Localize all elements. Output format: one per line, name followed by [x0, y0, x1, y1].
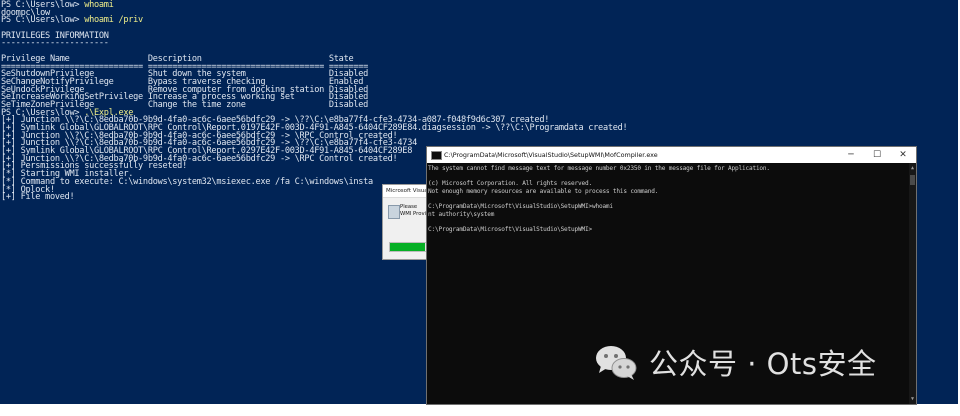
ps-line: PS C:\Users\low> whoami /priv [1, 15, 627, 26]
cmd-line [428, 218, 770, 226]
console-icon [431, 151, 442, 160]
ps-prompt: PS C:\Users\low> [1, 15, 85, 26]
cmd-line: The system cannot find message text for … [428, 165, 770, 172]
installer-message-line1: Please [400, 204, 418, 210]
scroll-up-arrow-icon[interactable]: ▲ [909, 165, 916, 171]
installer-icon [388, 205, 400, 219]
scroll-thumb[interactable] [910, 175, 915, 185]
ps-command: whoami [84, 0, 114, 10]
cmd-title: C:\ProgramData\Microsoft\VisualStudio\Se… [444, 151, 658, 159]
cmd-title-bar[interactable]: C:\ProgramData\Microsoft\VisualStudio\Se… [427, 147, 916, 163]
wechat-icon [596, 346, 637, 380]
watermark-text: 公众号 · Ots安全 [649, 347, 877, 381]
close-button[interactable]: ✕ [890, 147, 916, 163]
watermark: 公众号 · Ots安全 [593, 340, 876, 384]
cmd-line [428, 195, 770, 203]
cmd-line: Not enough memory resources are availabl… [428, 187, 659, 195]
cmd-output[interactable]: The system cannot find message text for … [428, 165, 770, 233]
cmd-line: (c) Microsoft Corporation. All rights re… [428, 180, 592, 188]
scroll-down-arrow-icon[interactable]: ▼ [909, 396, 916, 402]
ps-command: whoami /priv [84, 15, 143, 26]
cmd-scrollbar[interactable]: ▲ ▼ [909, 163, 916, 404]
ps-line: PS C:\Users\low> whoami [1, 0, 627, 10]
cmd-line: C:\ProgramData\Microsoft\VisualStudio\Se… [428, 225, 592, 233]
cmd-line: nt authority\system [428, 210, 495, 218]
ps-line: ---------------------- [1, 38, 109, 49]
installer-message-line2: WMI Provi [400, 211, 427, 217]
cmd-line: C:\ProgramData\Microsoft\VisualStudio\Se… [428, 202, 613, 210]
cmd-line [428, 173, 770, 181]
maximize-button[interactable]: ☐ [864, 147, 890, 163]
minimize-button[interactable]: ─ [838, 147, 864, 163]
installer-message: Please WMI Provi [400, 204, 426, 218]
installer-progress-fill [390, 243, 425, 251]
